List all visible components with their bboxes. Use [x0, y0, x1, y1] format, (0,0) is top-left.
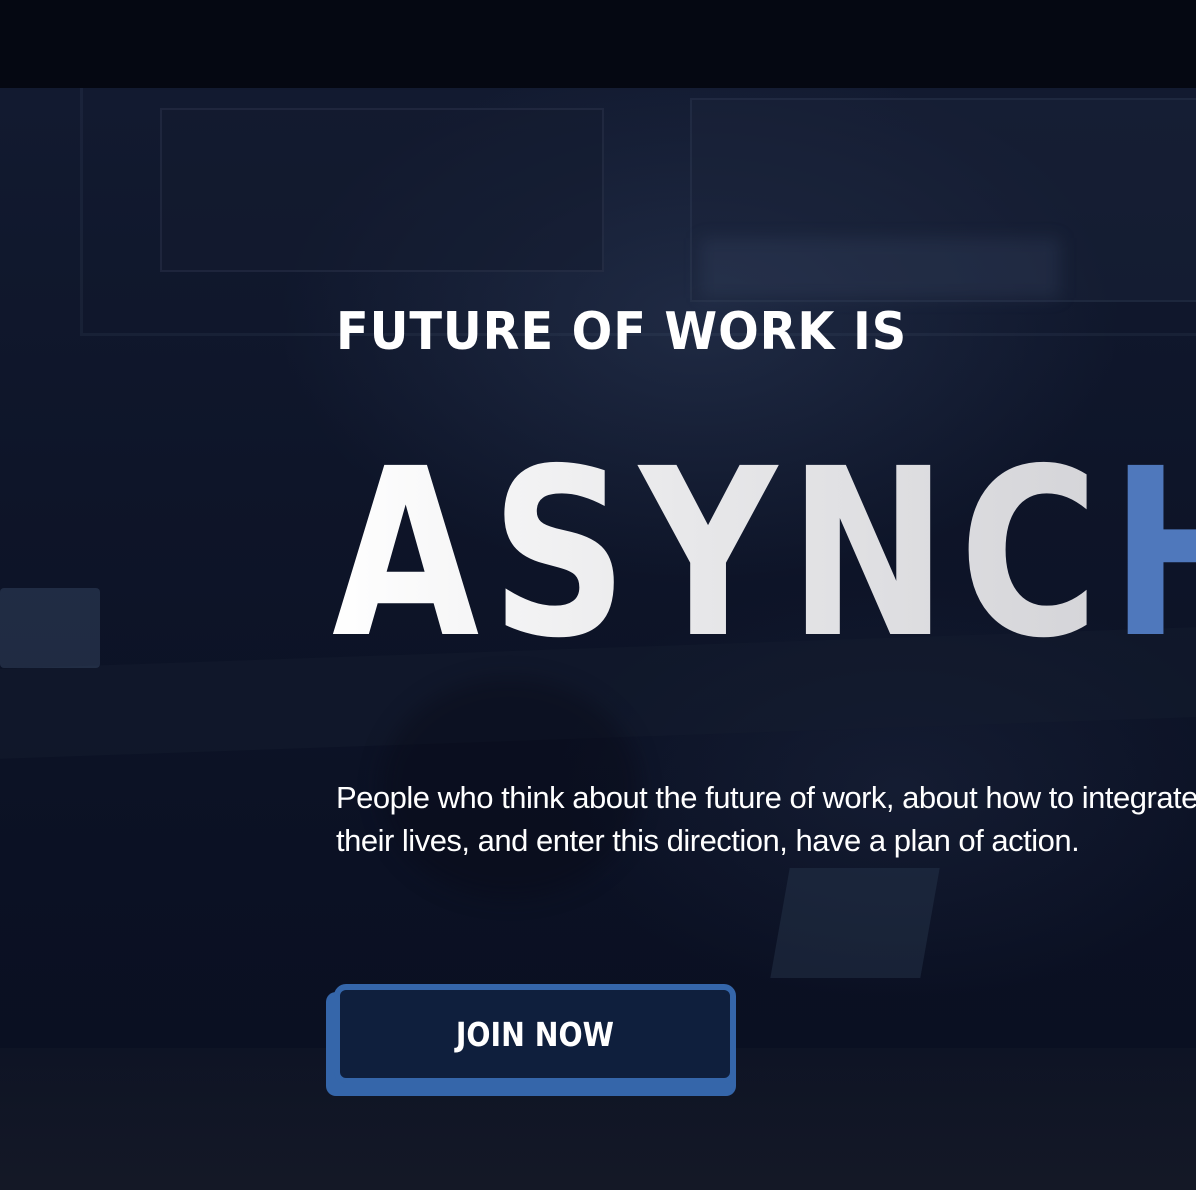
background-monitor: [0, 588, 100, 668]
hero-eyebrow: FUTURE OF WORK IS: [336, 302, 908, 362]
headline-main-text: ASYNC: [332, 419, 1111, 689]
hero-description: People who think about the future of wor…: [336, 780, 1196, 858]
top-bar: [0, 0, 1196, 88]
background-laptop: [770, 868, 940, 978]
join-now-button-label: JOIN NOW: [455, 1014, 615, 1054]
headline-accent-text: HRONOUS: [1110, 419, 1196, 689]
join-now-button[interactable]: JOIN NOW: [334, 984, 736, 1084]
hero-headline: ASYNCHRONOUS: [332, 438, 1196, 670]
background-light: [700, 238, 1060, 298]
background-window-left: [160, 108, 604, 272]
join-now-button-wrap: JOIN NOW: [326, 984, 748, 1096]
page: FUTURE OF WORK IS ASYNCHRONOUS People wh…: [0, 0, 1196, 1190]
